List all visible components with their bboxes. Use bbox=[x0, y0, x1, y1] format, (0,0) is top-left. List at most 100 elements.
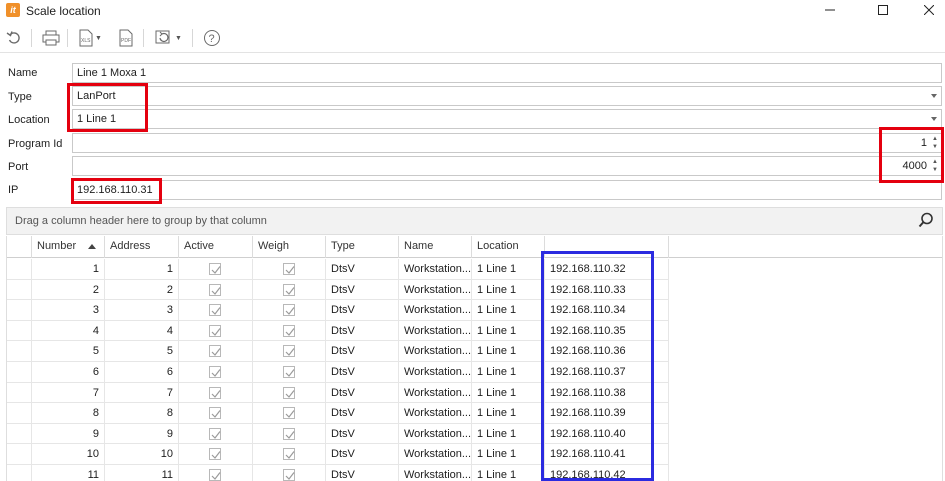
cell-weigh[interactable] bbox=[253, 341, 326, 362]
weigh-checkbox[interactable] bbox=[283, 386, 295, 399]
weigh-checkbox[interactable] bbox=[283, 324, 295, 337]
cell-address[interactable]: 2 bbox=[105, 279, 179, 301]
pdf-export-button[interactable]: PDF bbox=[118, 27, 134, 49]
active-checkbox[interactable] bbox=[209, 283, 221, 296]
table-row[interactable]: 4 4 DtsV Workstation... 1 Line 1 192.168.110.… bbox=[7, 320, 942, 342]
cell-location[interactable]: 1 Line 1 bbox=[472, 300, 545, 321]
cell-name[interactable]: Workstation... bbox=[399, 444, 472, 465]
cell-active[interactable] bbox=[179, 341, 253, 362]
cell-name[interactable]: Workstation... bbox=[399, 279, 472, 301]
weigh-checkbox[interactable] bbox=[283, 407, 295, 420]
column-header-number[interactable]: Number bbox=[32, 236, 105, 258]
active-checkbox[interactable] bbox=[209, 448, 221, 461]
cell-active[interactable] bbox=[179, 423, 253, 445]
location-dropdown[interactable]: 1 Line 1 bbox=[72, 109, 942, 129]
cell-number[interactable]: 5 bbox=[32, 341, 105, 362]
column-header-name[interactable]: Name bbox=[399, 236, 472, 258]
cell-type[interactable]: DtsV bbox=[326, 341, 399, 362]
cell-name[interactable]: Workstation... bbox=[399, 382, 472, 404]
weigh-checkbox[interactable] bbox=[283, 304, 295, 317]
cell-location[interactable]: 1 Line 1 bbox=[472, 320, 545, 342]
cell-active[interactable] bbox=[179, 382, 253, 404]
cell-address[interactable]: 7 bbox=[105, 382, 179, 404]
table-row[interactable]: 6 6 DtsV Workstation... 1 Line 1 192.168.110.… bbox=[7, 362, 942, 383]
cell-number[interactable]: 10 bbox=[32, 444, 105, 465]
cell-location[interactable]: 1 Line 1 bbox=[472, 403, 545, 424]
weigh-checkbox[interactable] bbox=[283, 345, 295, 358]
cell-address[interactable]: 3 bbox=[105, 300, 179, 321]
cell-name[interactable]: Workstation... bbox=[399, 465, 472, 481]
type-dropdown[interactable]: LanPort bbox=[72, 86, 942, 106]
refresh-dropdown-button[interactable]: ▼ bbox=[154, 27, 182, 49]
cell-location[interactable]: 1 Line 1 bbox=[472, 465, 545, 481]
cell-address[interactable]: 9 bbox=[105, 423, 179, 445]
weigh-checkbox[interactable] bbox=[283, 366, 295, 378]
cell-number[interactable]: 7 bbox=[32, 382, 105, 404]
cell-address[interactable]: 6 bbox=[105, 362, 179, 383]
cell-weigh[interactable] bbox=[253, 444, 326, 465]
column-header-active[interactable]: Active bbox=[179, 236, 253, 258]
port-stepper[interactable]: 4000 ▲ ▼ bbox=[72, 156, 942, 176]
active-checkbox[interactable] bbox=[209, 366, 221, 378]
cell-name[interactable]: Workstation... bbox=[399, 423, 472, 445]
close-button[interactable] bbox=[906, 0, 945, 22]
cell-location[interactable]: 1 Line 1 bbox=[472, 444, 545, 465]
search-icon[interactable] bbox=[918, 212, 934, 228]
active-checkbox[interactable] bbox=[209, 469, 221, 481]
cell-weigh[interactable] bbox=[253, 279, 326, 301]
cell-active[interactable] bbox=[179, 465, 253, 481]
cell-weigh[interactable] bbox=[253, 259, 326, 280]
table-row[interactable]: 9 9 DtsV Workstation... 1 Line 1 192.168.110.… bbox=[7, 423, 942, 445]
cell-number[interactable]: 9 bbox=[32, 423, 105, 445]
cell-number[interactable]: 2 bbox=[32, 279, 105, 301]
help-button[interactable]: ? bbox=[203, 27, 221, 49]
cell-weigh[interactable] bbox=[253, 382, 326, 404]
name-field[interactable]: Line 1 Moxa 1 bbox=[72, 63, 942, 83]
cell-weigh[interactable] bbox=[253, 423, 326, 445]
table-row[interactable]: 7 7 DtsV Workstation... 1 Line 1 192.168.110.… bbox=[7, 382, 942, 404]
cell-active[interactable] bbox=[179, 362, 253, 383]
active-checkbox[interactable] bbox=[209, 427, 221, 440]
table-row[interactable]: 5 5 DtsV Workstation... 1 Line 1 192.168.110.… bbox=[7, 341, 942, 362]
group-by-panel[interactable]: Drag a column header here to group by th… bbox=[6, 207, 943, 235]
cell-location[interactable]: 1 Line 1 bbox=[472, 279, 545, 301]
cell-type[interactable]: DtsV bbox=[326, 300, 399, 321]
cell-location[interactable]: 1 Line 1 bbox=[472, 362, 545, 383]
active-checkbox[interactable] bbox=[209, 324, 221, 337]
active-checkbox[interactable] bbox=[209, 407, 221, 420]
cell-type[interactable]: DtsV bbox=[326, 465, 399, 481]
cell-weigh[interactable] bbox=[253, 403, 326, 424]
cell-name[interactable]: Workstation... bbox=[399, 259, 472, 280]
chevron-down-icon[interactable] bbox=[931, 94, 937, 98]
cell-number[interactable]: 6 bbox=[32, 362, 105, 383]
cell-location[interactable]: 1 Line 1 bbox=[472, 382, 545, 404]
active-checkbox[interactable] bbox=[209, 263, 221, 275]
column-header-weigh[interactable]: Weigh bbox=[253, 236, 326, 258]
weigh-checkbox[interactable] bbox=[283, 448, 295, 461]
cell-number[interactable]: 8 bbox=[32, 403, 105, 424]
cell-number[interactable]: 3 bbox=[32, 300, 105, 321]
cell-type[interactable]: DtsV bbox=[326, 444, 399, 465]
cell-active[interactable] bbox=[179, 444, 253, 465]
column-header-address[interactable]: Address bbox=[105, 236, 179, 258]
ip-field[interactable]: 192.168.110.31 bbox=[72, 180, 942, 200]
cell-weigh[interactable] bbox=[253, 465, 326, 481]
active-checkbox[interactable] bbox=[209, 345, 221, 358]
cell-number[interactable]: 1 bbox=[32, 259, 105, 280]
active-checkbox[interactable] bbox=[209, 304, 221, 317]
cell-type[interactable]: DtsV bbox=[326, 362, 399, 383]
cell-location[interactable]: 1 Line 1 bbox=[472, 259, 545, 280]
cell-type[interactable]: DtsV bbox=[326, 382, 399, 404]
cell-active[interactable] bbox=[179, 320, 253, 342]
table-row[interactable]: 1 1 DtsV Workstation... 1 Line 1 192.168.110.… bbox=[7, 259, 942, 280]
cell-address[interactable]: 11 bbox=[105, 465, 179, 481]
table-row[interactable]: 11 11 DtsV Workstation... 1 Line 1 192.168.11… bbox=[7, 465, 942, 481]
cell-weigh[interactable] bbox=[253, 300, 326, 321]
active-checkbox[interactable] bbox=[209, 386, 221, 399]
cell-address[interactable]: 1 bbox=[105, 259, 179, 280]
program-id-stepper[interactable]: 1 ▲ ▼ bbox=[72, 133, 942, 153]
cell-active[interactable] bbox=[179, 279, 253, 301]
column-header-location[interactable]: Location bbox=[472, 236, 545, 258]
cell-name[interactable]: Workstation... bbox=[399, 300, 472, 321]
cell-name[interactable]: Workstation... bbox=[399, 341, 472, 362]
